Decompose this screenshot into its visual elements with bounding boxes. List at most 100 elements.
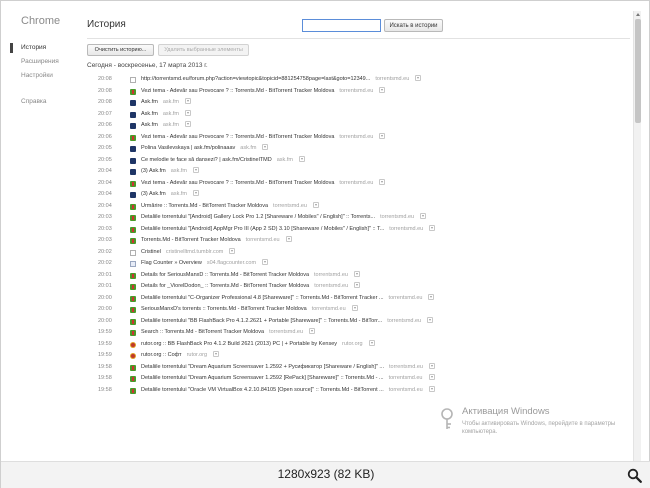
entry-title-link[interactable]: Flag Counter » Overview [141,260,202,266]
history-entry[interactable]: 20:08 Ask.fm ask.fm [85,97,630,109]
dropdown-arrow-icon[interactable] [428,293,435,300]
entry-title-link[interactable]: Detaliile torrentului "BB FlashBack Pro … [141,318,382,324]
dropdown-arrow-icon[interactable] [420,213,427,219]
dropdown-arrow-icon[interactable] [192,190,199,196]
scroll-up-arrow-icon[interactable] [634,11,642,18]
entry-title-wrap: SeriousManxD's torrents :: Torrents.Md -… [141,304,358,316]
dropdown-arrow-icon[interactable] [185,98,192,104]
history-entry[interactable]: 20:05 Polina Vasilevskaya | ask.fm/polina… [85,143,630,155]
entry-title-link[interactable]: Ce melodie te face să dansezi? | ask.fm/… [141,157,272,163]
dropdown-arrow-icon[interactable] [285,236,292,242]
history-entry[interactable]: 20:00 Detaliile torrentului "C-Organizer … [85,293,630,305]
scroll-thumb[interactable] [635,19,641,123]
history-entry[interactable]: 20:01 Details for _ViorelDodon_ :: Torren… [85,281,630,293]
dropdown-arrow-icon[interactable] [192,167,199,173]
dropdown-arrow-icon[interactable] [415,75,422,81]
dropdown-arrow-icon[interactable] [185,121,192,127]
entry-title-link[interactable]: rutor.org :: Софт [141,352,182,358]
dropdown-arrow-icon[interactable] [427,316,434,323]
search-input[interactable] [302,19,381,32]
entry-title-link[interactable]: Urmărire :: Torrents.Md - BitTorrent Tra… [141,203,268,209]
entry-title-link[interactable]: Detaliile torrentului "C-Organizer Profe… [141,295,384,301]
dropdown-arrow-icon[interactable] [229,247,236,254]
history-entry[interactable]: 20:02 Cristinel cristinelltmd.tumblr.com [85,247,630,259]
entry-title-link[interactable]: SeriousManxD's torrents :: Torrents.Md -… [141,306,307,312]
history-entry[interactable]: 20:00 Detaliile torrentului "BB FlashBack… [85,316,630,328]
dropdown-arrow-icon[interactable] [351,305,358,311]
entry-title-link[interactable]: (3) Ask.fm [141,191,166,197]
history-entry[interactable]: 20:07 Ask.fm ask.fm [85,109,630,121]
dropdown-arrow-icon[interactable] [262,144,269,150]
history-entry[interactable]: 20:08 Vezi tema - Adevăr sau Provocare ? … [85,86,630,98]
history-entry[interactable]: 20:00 SeriousManxD's torrents :: Torrents… [85,304,630,316]
entry-domain: torrentsmd.eu [380,214,415,220]
dropdown-arrow-icon[interactable] [428,385,435,392]
history-entry[interactable]: 19:58 Detaliile torrentului "Dream Aquari… [85,373,630,385]
history-entry[interactable]: 20:06 Vezi tema - Adevăr sau Provocare ? … [85,132,630,144]
entry-title-link[interactable]: Search :: Torrents.Md - BitTorrent Track… [141,329,264,335]
remove-selected-button[interactable]: Удалить выбранные элементы [158,44,249,56]
dropdown-arrow-icon[interactable] [312,201,319,208]
entry-title-link[interactable]: (3) Ask.fm [141,168,166,174]
entry-title-link[interactable]: Ask.fm [141,99,158,105]
dropdown-arrow-icon[interactable] [429,224,436,231]
dropdown-arrow-icon[interactable] [428,374,435,380]
clear-history-button[interactable]: Очистить историю... [87,44,154,56]
history-entry[interactable]: 20:02 Flag Counter » Overview s04.flagcoun… [85,258,630,270]
entry-title-wrap: Detaliile torrentului "[Android] AppMgr … [141,224,436,236]
sidebar-item-settings[interactable]: Настройки [9,69,79,83]
entry-title-link[interactable]: Vezi tema - Adevăr sau Provocare ? :: To… [141,180,334,186]
sidebar-item-history[interactable]: История [9,41,79,55]
history-entry[interactable]: 19:59 Search :: Torrents.Md - BitTorrent … [85,327,630,339]
history-entry[interactable]: 19:58 Detaliile torrentului "Dream Aquari… [85,362,630,374]
entry-title-link[interactable]: Vezi tema - Adevăr sau Provocare ? :: To… [141,134,334,140]
sidebar-item-extensions[interactable]: Расширения [9,55,79,69]
history-entry[interactable]: 20:04 Vezi tema - Adevăr sau Provocare ? … [85,178,630,190]
history-entry[interactable]: 20:04 (3) Ask.fm ask.fm [85,189,630,201]
dropdown-arrow-icon[interactable] [353,270,360,277]
entry-time: 20:00 [98,294,112,301]
entry-title-link[interactable]: Vezi tema - Adevăr sau Provocare ? :: To… [141,88,334,94]
dropdown-arrow-icon[interactable] [185,109,192,116]
history-entry[interactable]: 20:06 Ask.fm ask.fm [85,120,630,132]
dropdown-arrow-icon[interactable] [428,362,435,369]
entry-title-link[interactable]: Detaliile torrentului "Oracle VM Virtual… [141,387,384,393]
entry-title-link[interactable]: Details for _ViorelDodon_ :: Torrents.Md… [141,283,309,289]
history-entry[interactable]: 19:58 Detaliile torrentului "Oracle VM Vi… [85,385,630,397]
history-entry[interactable]: 20:05 Ce melodie te face să dansezi? | as… [85,155,630,167]
entry-title-link[interactable]: Detaliile torrentului "[Android] AppMgr … [141,226,384,232]
scrollbar[interactable] [633,11,641,461]
dropdown-arrow-icon[interactable] [379,178,386,185]
dropdown-arrow-icon[interactable] [213,351,220,357]
history-entry[interactable]: 20:08 http://torrentsmd.eu/forum.php?acti… [85,74,630,86]
entry-title-link[interactable]: http://torrentsmd.eu/forum.php?action=vi… [141,76,370,82]
dropdown-arrow-icon[interactable] [262,259,269,265]
history-entry[interactable]: 20:04 Urmărire :: Torrents.Md - BitTorren… [85,201,630,213]
entry-title-link[interactable]: rutor.org :: BB FlashBack Pro 4.1.2 Buil… [141,341,337,347]
dropdown-arrow-icon[interactable] [368,339,375,346]
history-entry[interactable]: 19:59 rutor.org :: Софт rutor.org [85,350,630,362]
entry-title-link[interactable]: Ask.fm [141,122,158,128]
history-entry[interactable]: 20:03 Torrents.Md - BitTorrent Tracker Mo… [85,235,630,247]
entry-title-link[interactable]: Detaliile torrentului "Dream Aquarium Sc… [141,364,384,370]
dropdown-arrow-icon[interactable] [379,132,386,139]
history-entry[interactable]: 20:03 Detaliile torrentului "[Android] Ga… [85,212,630,224]
entry-title-link[interactable]: Details for SeriousManxD :: Torrents.Md … [141,272,309,278]
search-history-button[interactable]: Искать в истории [384,19,443,32]
entry-title-link[interactable]: Cristinel [141,249,161,255]
magnifier-icon[interactable] [627,468,642,483]
history-entry[interactable]: 20:01 Details for SeriousManxD :: Torrent… [85,270,630,282]
entry-title-link[interactable]: Ask.fm [141,111,158,117]
history-entry[interactable]: 20:03 Detaliile torrentului "[Android] Ap… [85,224,630,236]
dropdown-arrow-icon[interactable] [298,155,305,162]
dropdown-arrow-icon[interactable] [309,328,316,334]
history-entry[interactable]: 19:59 rutor.org :: BB FlashBack Pro 4.1.2… [85,339,630,351]
entry-title-link[interactable]: Polina Vasilevskaya | ask.fm/polinaaav [141,145,235,151]
entry-title-link[interactable]: Torrents.Md - BitTorrent Tracker Moldova [141,237,241,243]
history-entry[interactable]: 20:04 (3) Ask.fm ask.fm [85,166,630,178]
dropdown-arrow-icon[interactable] [379,86,386,93]
dropdown-arrow-icon[interactable] [354,282,361,288]
sidebar-item-help[interactable]: Справка [9,95,79,109]
entry-title-link[interactable]: Detaliile torrentului "Dream Aquarium Sc… [141,375,384,381]
entry-title-link[interactable]: Detaliile torrentului "[Android] Gallery… [141,214,375,220]
